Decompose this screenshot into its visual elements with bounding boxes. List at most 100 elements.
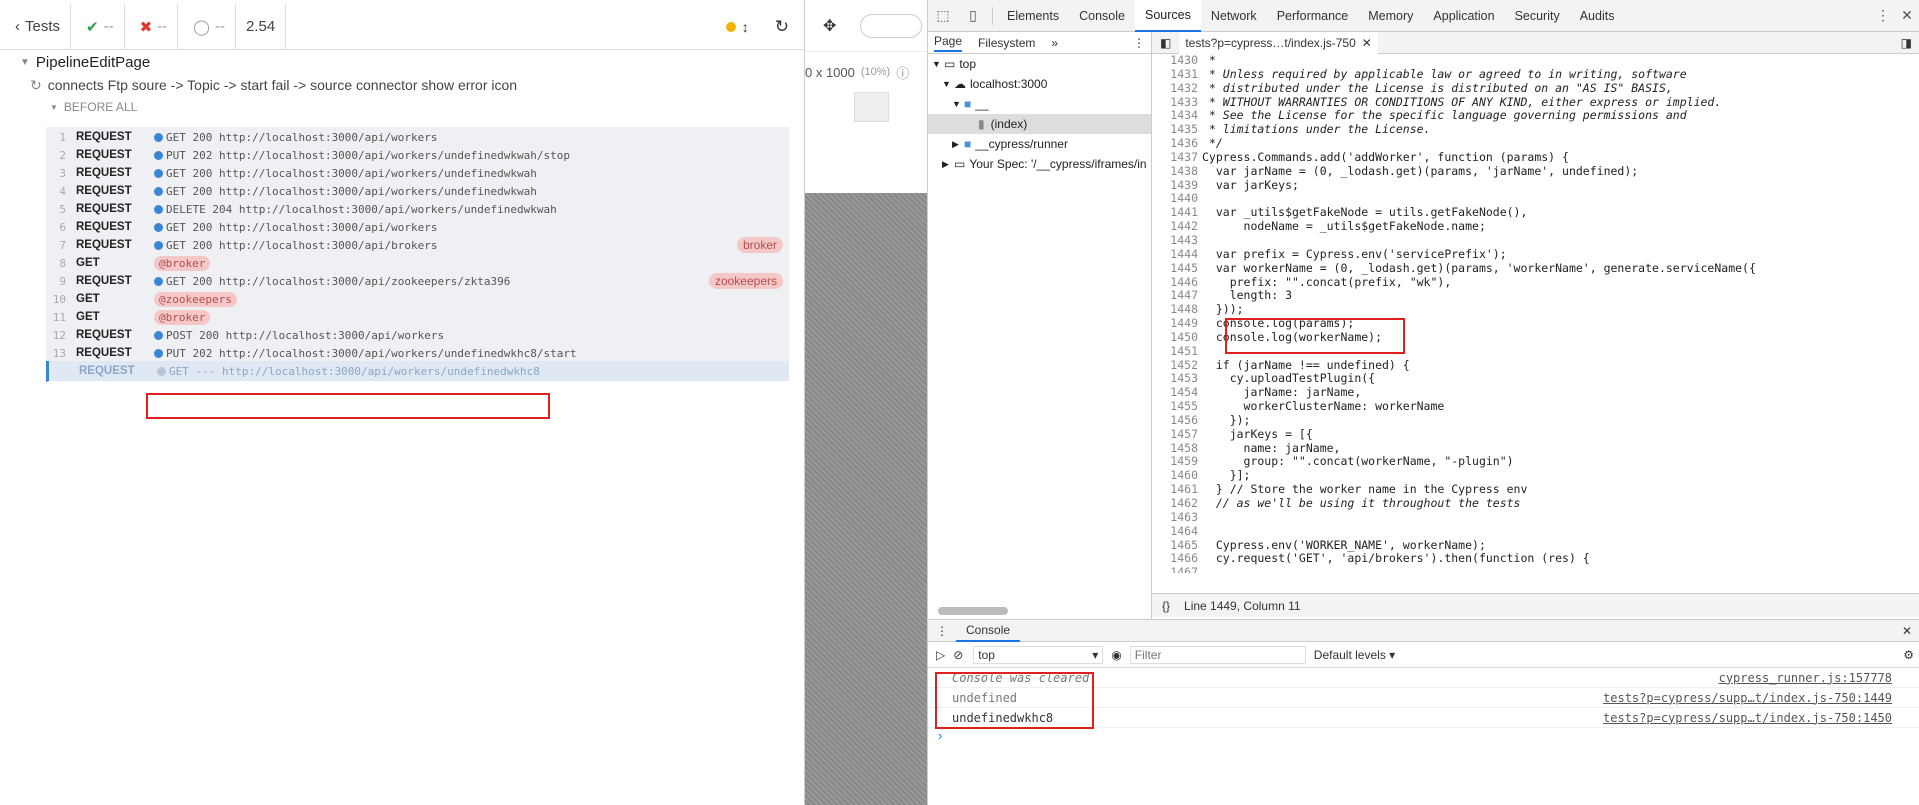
close-icon[interactable]: ✕ [1362,36,1372,50]
code-line: 1467 [1152,565,1919,573]
sidebar-toggle-icon[interactable]: ▷ [936,648,945,662]
request-status-icon [154,132,163,142]
command-message: GET 200 http://localhost:3000/api/zookee… [154,275,510,288]
line-text: var jarKeys; [1202,177,1299,192]
command-name: REQUEST [76,131,132,143]
file-tab[interactable]: tests?p=cypress…t/index.js-750 ✕ [1179,31,1378,54]
tab-performance[interactable]: Performance [1267,0,1359,32]
device-toggle-icon[interactable]: ▯ [958,7,988,24]
tree-runner[interactable]: ▶ ■ __cypress/runner [928,134,1151,154]
tab-console[interactable]: Console [1069,0,1135,32]
request-url: GET 200 http://localhost:3000/api/worker… [166,166,537,180]
tree-spec[interactable]: ▶ ▭ Your Spec: '/__cypress/iframes/in [928,154,1151,174]
caret-down-icon: ▼ [20,56,30,68]
request-url: POST 200 http://localhost:3000/api/worke… [166,328,445,342]
close-icon[interactable]: ✕ [1902,624,1912,638]
inspect-icon[interactable]: ⬚ [928,7,958,24]
code-line: 1462 // as we'll be using it throughout … [1152,496,1919,511]
eye-icon[interactable]: ◉ [1111,648,1121,662]
line-number: 1438 [1152,164,1202,179]
command-name: REQUEST [76,203,132,215]
url-pill[interactable] [860,13,923,38]
clear-console-icon[interactable]: ⊘ [953,648,963,662]
tab-memory[interactable]: Memory [1358,0,1423,32]
tab-security[interactable]: Security [1505,0,1570,32]
console-source-link[interactable]: tests?p=cypress/supp…t/index.js-750:1449 [1603,691,1892,705]
command-message: GET 200 http://localhost:3000/api/worker… [154,221,438,234]
console-prompt[interactable]: › [928,728,1919,743]
navigator-menu-icon[interactable]: ⋮ [1133,36,1145,50]
tab-filesystem[interactable]: Filesystem [978,36,1035,50]
line-number: 1465 [1152,538,1202,553]
line-number: 1430 [1152,54,1202,68]
console-source-link[interactable]: cypress_runner.js:157778 [1719,671,1892,685]
tab-elements[interactable]: Elements [997,0,1069,32]
context-select[interactable]: top ▾ [973,645,1104,664]
test-title[interactable]: ↻ connects Ftp soure -> Topic -> start fa… [0,73,805,97]
spinner-icon: ↻ [30,76,42,93]
info-icon[interactable]: ⓘ [896,63,909,82]
close-icon[interactable]: ✕ [1895,7,1919,24]
reload-icon[interactable]: ↻ [775,17,789,37]
tree-folder[interactable]: ▼ ■ __ [928,94,1151,114]
more-menu-icon[interactable]: ⋮ [1871,7,1895,24]
command-number: 1 [59,130,66,144]
tab-console[interactable]: Console [956,620,1021,642]
command-row[interactable]: REQUEST GET --- http://localhost:3000/api… [46,361,789,382]
suite-title[interactable]: ▼ PipelineEditPage [0,51,805,73]
drawer-menu-icon[interactable]: ⋮ [936,624,948,638]
tree-localhost[interactable]: ▼ ☁ localhost:3000 [928,74,1151,94]
gear-icon[interactable]: ⚙ [1903,648,1914,662]
code-line: 1457 jarKeys = [{ [1152,427,1919,442]
code-line: 1438 var jarName = (0, _lodash.get)(para… [1152,164,1919,179]
console-text: undefinedwkhc8 [952,710,1054,725]
tree-label: __ [975,97,989,111]
selector-playground-icon[interactable]: ✥ [823,16,836,36]
tab-application[interactable]: Application [1423,0,1504,32]
command-number: 7 [59,238,66,252]
command-name: REQUEST [76,275,132,287]
line-text: jarName: jarName, [1202,385,1362,400]
code-editor[interactable]: 1430 * 1431 * Unless required by applicab… [1152,54,1919,573]
toggle-navigator-icon[interactable]: ◧ [1160,36,1171,50]
tree-index[interactable]: ▮ (index) [928,114,1151,134]
console-drawer: ⋮ Console ✕ ▷ ⊘ top ▾ ◉ Default levels ▾ … [928,619,1919,805]
line-text: length: 3 [1202,288,1293,303]
console-source-link[interactable]: tests?p=cypress/supp…t/index.js-750:1450 [1603,711,1892,725]
test-label: connects Ftp soure -> Topic -> start fai… [47,77,518,93]
pretty-print-icon[interactable]: {} [1162,599,1170,613]
tab-network[interactable]: Network [1201,0,1267,32]
app-thumbnail [854,92,889,122]
scroll-toggle-icon[interactable]: ↕ [742,19,749,35]
highlight-box [146,393,550,419]
line-text: if (jarName !== undefined) { [1202,357,1410,372]
code-line: 1431 * Unless required by applicable law… [1152,67,1919,82]
runner-header: ‹ Tests ✔ -- ✖ -- ◯ -- 2.54 ↕ ↻ [0,3,805,50]
request-status-icon [154,222,163,232]
line-number: 1449 [1152,316,1202,331]
request-url: GET 200 http://localhost:3000/api/broker… [166,238,438,252]
command-name: REQUEST [76,185,132,197]
toggle-debugger-icon[interactable]: ◨ [1901,36,1912,50]
more-tabs-icon[interactable]: » [1051,36,1058,50]
hook-title[interactable]: ▼ BEFORE ALL [0,97,805,117]
line-number: 1450 [1152,330,1202,345]
tree-top[interactable]: ▼ ▭ top [928,54,1151,74]
code-line: 1461 } // Store the worker name in the C… [1152,482,1919,497]
line-number: 1434 [1152,109,1202,124]
command-number: 10 [52,292,66,306]
tab-audits[interactable]: Audits [1570,0,1625,32]
filter-input[interactable] [1129,645,1306,664]
horizontal-scrollbar[interactable] [938,607,1008,615]
levels-select[interactable]: Default levels ▾ [1314,648,1395,662]
command-number: 12 [52,328,66,342]
tab-page[interactable]: Page [934,34,963,52]
tests-button[interactable]: ‹ Tests [0,3,72,50]
command-name: REQUEST [76,329,132,341]
command-number: 3 [59,166,66,180]
command-number: 8 [59,256,66,270]
command-name: REQUEST [76,347,132,359]
code-line: 1445 var workerName = (0, _lodash.get)(p… [1152,261,1919,276]
line-number: 1462 [1152,496,1202,511]
tab-sources[interactable]: Sources [1134,0,1201,32]
